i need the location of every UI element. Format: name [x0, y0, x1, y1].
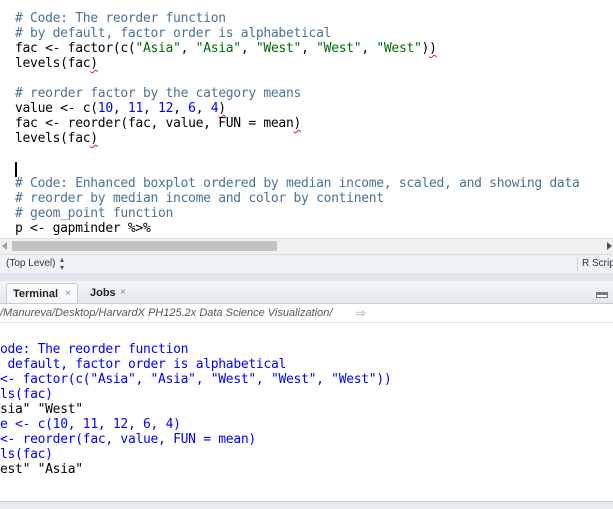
scope-selector[interactable]: (Top Level): [6, 258, 55, 270]
tab-jobs[interactable]: Jobs ×: [84, 283, 136, 303]
status-divider: [577, 257, 578, 271]
code-line: p <- gapminder %>%: [15, 221, 151, 236]
tab-terminal[interactable]: Terminal ×: [6, 283, 78, 303]
code-line: # Code: Enhanced boxplot ordered by medi…: [15, 176, 580, 191]
code-line: # reorder by median income and color by …: [15, 191, 384, 206]
console-line: <- factor(c("Asia", "Asia", "West", "Wes…: [0, 372, 392, 387]
code-line: value <- c(10, 11, 12, 6, 4): [15, 101, 226, 116]
code-line: fac <- reorder(fac, value, FUN = mean): [15, 116, 302, 131]
console-output[interactable]: ode: The reorder function default, facto…: [0, 323, 613, 501]
console-line: ode: The reorder function: [0, 342, 189, 357]
code-line: levels(fac): [15, 56, 98, 71]
text-cursor: [15, 162, 17, 177]
console-line: e <- c(10, 11, 12, 6, 4): [0, 417, 181, 432]
console-tab-bar: Terminal × Jobs ×: [0, 281, 613, 304]
code-line: # reorder factor by the category means: [15, 86, 302, 101]
file-type-label: R Script: [582, 258, 613, 269]
scroll-left-arrow-icon[interactable]: [2, 242, 7, 250]
scope-label: (Top Level): [6, 258, 56, 269]
up-down-arrows-icon[interactable]: ▴ ▾: [60, 256, 64, 272]
go-to-directory-icon[interactable]: ⇨: [356, 304, 366, 322]
code-line: # by default, factor order is alphabetic…: [15, 26, 332, 41]
file-type-selector[interactable]: R Script: [582, 258, 613, 270]
editor-status-bar: (Top Level) ▴▾ R Script: [0, 254, 613, 274]
code-line: # Code: The reorder function: [15, 11, 226, 26]
editor-horizontal-scrollbar[interactable]: [0, 238, 613, 254]
code-line: levels(fac): [15, 131, 98, 146]
source-editor[interactable]: # Code: The reorder function # by defaul…: [0, 0, 613, 238]
console-line: est" "Asia": [0, 462, 83, 477]
console-line: ls(fac): [0, 447, 53, 462]
console-line: sia" "West": [0, 402, 83, 417]
console-line: ls(fac): [0, 387, 53, 402]
tab-jobs-label: Jobs: [90, 287, 116, 299]
pane-splitter[interactable]: [0, 273, 613, 281]
close-icon[interactable]: ×: [65, 284, 71, 304]
working-directory-path: /Manureva/Desktop/HarvardX PH125.2x Data…: [0, 307, 333, 319]
code-line: # geom_point function: [15, 206, 174, 221]
working-directory-bar: /Manureva/Desktop/HarvardX PH125.2x Data…: [0, 304, 613, 323]
tab-terminal-label: Terminal: [13, 288, 59, 300]
scrollbar-thumb[interactable]: [12, 241, 277, 251]
maximize-pane-icon[interactable]: [596, 292, 608, 298]
scroll-right-arrow-icon[interactable]: [607, 242, 612, 250]
close-icon[interactable]: ×: [120, 283, 126, 303]
code-line: fac <- factor(c("Asia", "Asia", "West", …: [15, 41, 437, 56]
console-line: <- reorder(fac, value, FUN = mean): [0, 432, 256, 447]
console-line: default, factor order is alphabetical: [0, 357, 287, 372]
